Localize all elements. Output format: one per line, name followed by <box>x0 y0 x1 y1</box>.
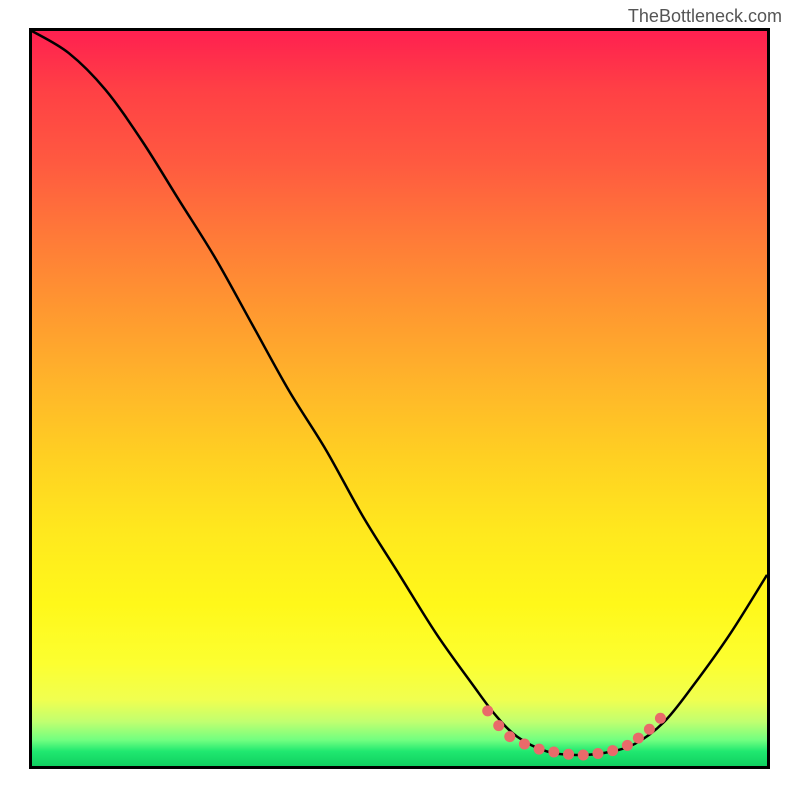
data-point-dot <box>534 744 545 755</box>
chart-dots <box>32 31 767 766</box>
watermark-text: TheBottleneck.com <box>628 6 782 27</box>
chart-container <box>29 28 770 769</box>
data-point-dot <box>548 747 559 758</box>
data-point-dot <box>622 740 633 751</box>
data-point-dot <box>563 749 574 760</box>
data-point-dot <box>482 705 493 716</box>
data-point-dot <box>519 738 530 749</box>
data-point-dot <box>578 749 589 760</box>
data-point-dot <box>504 731 515 742</box>
data-point-dot <box>493 720 504 731</box>
data-point-dot <box>592 748 603 759</box>
data-point-dot <box>607 745 618 756</box>
data-point-dot <box>644 724 655 735</box>
data-point-dot <box>633 733 644 744</box>
data-point-dot <box>655 713 666 724</box>
